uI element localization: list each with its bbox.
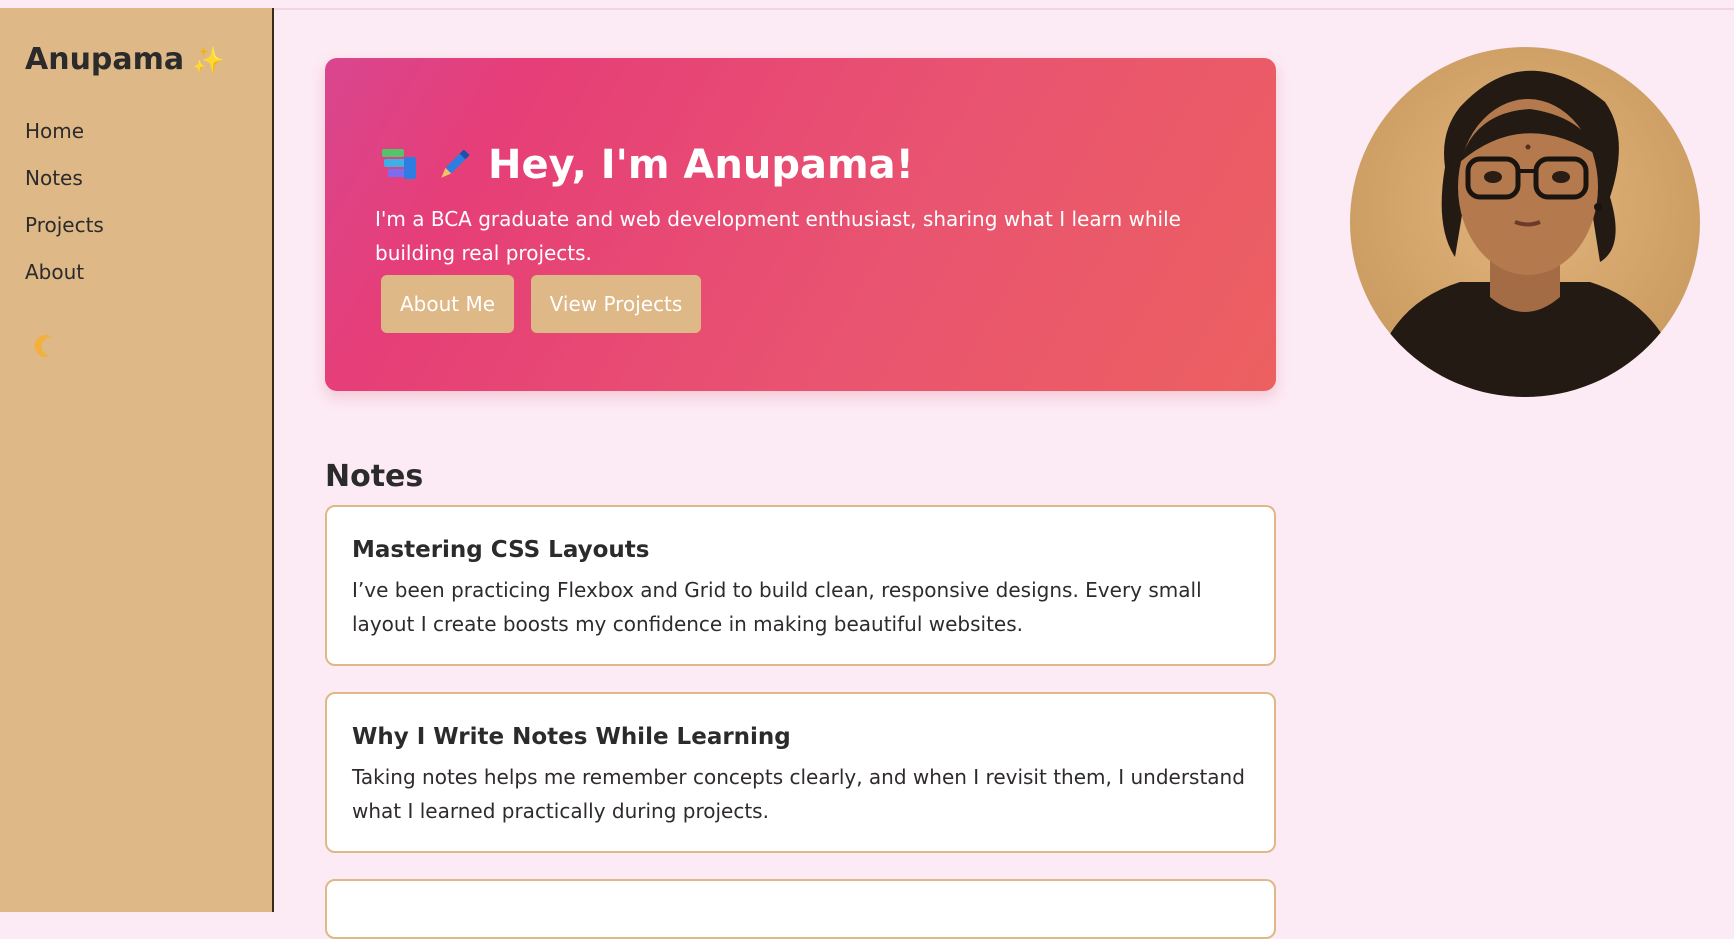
hero-subtitle: I'm a BCA graduate and web development e… bbox=[375, 207, 1181, 265]
books-icon bbox=[382, 149, 416, 179]
sparkles-icon: ✨ bbox=[192, 46, 225, 76]
nav-about[interactable]: About bbox=[25, 249, 104, 296]
nav-projects[interactable]: Projects bbox=[25, 202, 104, 249]
note-card[interactable]: Why I Write Notes While Learning Taking … bbox=[325, 692, 1276, 853]
hero-title-text: Hey, I'm Anupama! bbox=[488, 142, 914, 188]
hero-banner: Hey, I'm Anupama! I'm a BCA graduate and… bbox=[325, 58, 1276, 391]
note-card-partial[interactable] bbox=[325, 879, 1276, 939]
avatar bbox=[1350, 47, 1700, 397]
notes-heading: Notes bbox=[325, 458, 424, 494]
view-projects-button[interactable]: View Projects bbox=[531, 275, 701, 333]
nav-notes[interactable]: Notes bbox=[25, 155, 104, 202]
note-text: Taking notes helps me remember concepts … bbox=[352, 765, 1245, 823]
brand-name: Anupama bbox=[25, 42, 185, 77]
note-title: Why I Write Notes While Learning bbox=[352, 724, 791, 750]
sidebar-nav: Home Notes Projects About bbox=[25, 108, 104, 296]
brand[interactable]: Anupama ✨ bbox=[25, 42, 225, 77]
sidebar: Anupama ✨ Home Notes Projects About bbox=[0, 8, 274, 912]
note-title: Mastering CSS Layouts bbox=[352, 537, 650, 563]
nav-home[interactable]: Home bbox=[25, 108, 104, 155]
pen-icon bbox=[441, 149, 470, 178]
hero-title: Hey, I'm Anupama! bbox=[380, 142, 914, 188]
moon-icon[interactable] bbox=[28, 330, 58, 360]
note-text: I’ve been practicing Flexbox and Grid to… bbox=[352, 578, 1202, 636]
about-me-button[interactable]: About Me bbox=[381, 275, 514, 333]
avatar-illustration bbox=[1350, 47, 1700, 397]
note-card[interactable]: Mastering CSS Layouts I’ve been practici… bbox=[325, 505, 1276, 666]
